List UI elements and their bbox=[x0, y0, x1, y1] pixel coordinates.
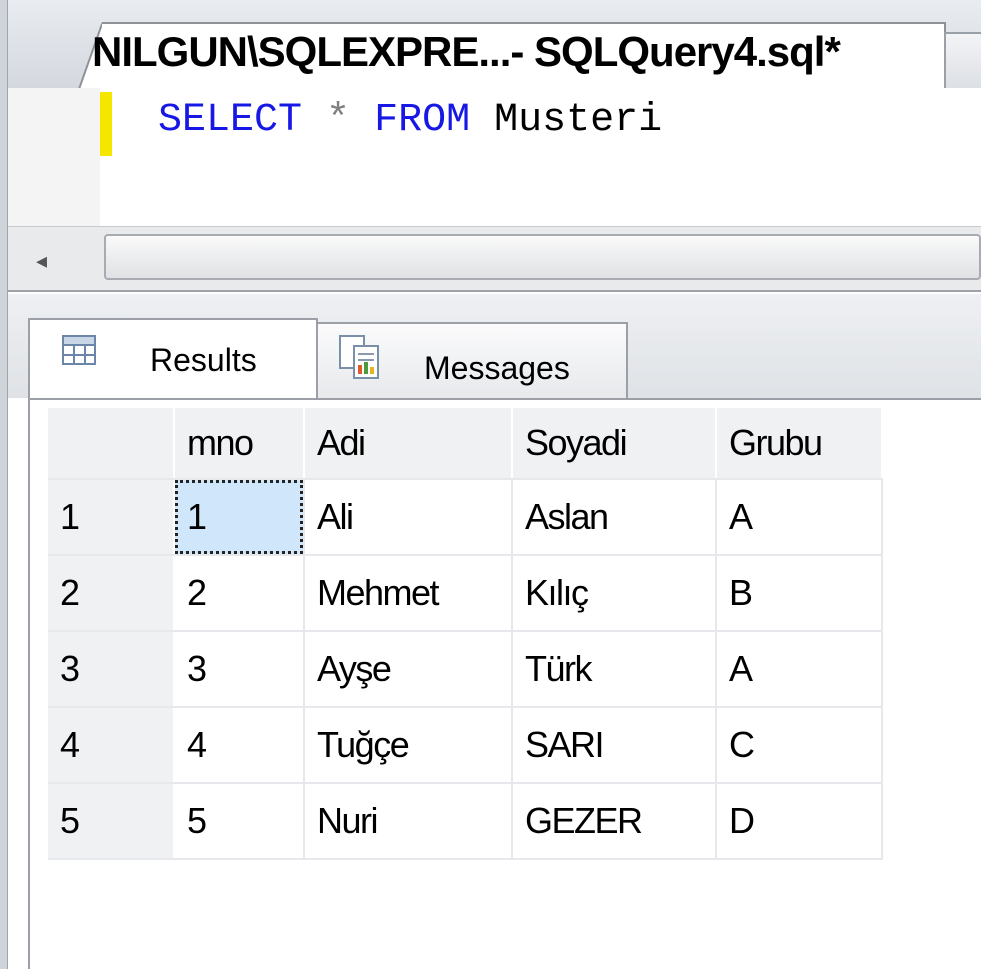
editor-margin bbox=[8, 88, 100, 228]
table-row: 1 1 Ali Aslan A bbox=[48, 479, 883, 556]
next-document-tab[interactable] bbox=[944, 32, 981, 90]
grid-cell[interactable]: Ayşe bbox=[304, 631, 513, 708]
grid-cell[interactable]: Kılıç bbox=[512, 555, 717, 632]
column-header-soyadi[interactable]: Soyadi bbox=[512, 408, 717, 480]
grid-cell[interactable]: C bbox=[716, 707, 883, 784]
document-tab-title[interactable]: NILGUN\SQLEXPRE...- SQLQuery4.sql* bbox=[92, 28, 841, 76]
row-number[interactable]: 5 bbox=[48, 783, 175, 860]
results-grid: mno Adi Soyadi Grubu 1 1 Ali Aslan A 2 2… bbox=[48, 408, 883, 860]
table-row: 3 3 Ayşe Türk A bbox=[48, 631, 883, 708]
code-line[interactable]: SELECT * FROM Musteri bbox=[158, 98, 662, 143]
row-number[interactable]: 1 bbox=[48, 479, 175, 556]
grid-cell[interactable]: 3 bbox=[174, 631, 305, 708]
column-header-grubu[interactable]: Grubu bbox=[716, 408, 883, 480]
row-number[interactable]: 2 bbox=[48, 555, 175, 632]
row-number[interactable]: 4 bbox=[48, 707, 175, 784]
column-header-mno[interactable]: mno bbox=[174, 408, 305, 480]
grid-cell[interactable]: 2 bbox=[174, 555, 305, 632]
tab-results-label: Results bbox=[150, 342, 257, 378]
table-row: 5 5 Nuri GEZER D bbox=[48, 783, 883, 860]
row-number[interactable]: 3 bbox=[48, 631, 175, 708]
table-row: 2 2 Mehmet Kılıç B bbox=[48, 555, 883, 632]
grid-cell[interactable]: D bbox=[716, 783, 883, 860]
grid-cell[interactable]: Ali bbox=[304, 479, 513, 556]
grid-cell[interactable]: Türk bbox=[512, 631, 717, 708]
grid-header-row: mno Adi Soyadi Grubu bbox=[48, 408, 883, 480]
grid-icon bbox=[62, 335, 96, 365]
grid-cell[interactable]: B bbox=[716, 555, 883, 632]
grid-cell[interactable]: A bbox=[716, 479, 883, 556]
scrollbar-thumb[interactable] bbox=[104, 234, 981, 280]
row-header-corner[interactable] bbox=[48, 408, 175, 480]
messages-icon bbox=[339, 335, 379, 379]
column-header-adi[interactable]: Adi bbox=[304, 408, 513, 480]
operator-star: * bbox=[326, 98, 351, 143]
keyword-from: FROM bbox=[374, 98, 471, 143]
grid-cell[interactable]: Mehmet bbox=[304, 555, 513, 632]
grid-cell[interactable]: Nuri bbox=[304, 783, 513, 860]
grid-cell[interactable]: 4 bbox=[174, 707, 305, 784]
grid-cell[interactable]: SARI bbox=[512, 707, 717, 784]
change-indicator-bar bbox=[100, 92, 112, 156]
tab-messages-label: Messages bbox=[424, 350, 570, 386]
grid-cell[interactable]: A bbox=[716, 631, 883, 708]
grid-cell[interactable]: 1 bbox=[174, 479, 305, 556]
window-frame bbox=[0, 0, 8, 969]
scroll-left-arrow-icon[interactable]: ◂ bbox=[36, 248, 47, 274]
table-row: 4 4 Tuğçe SARI C bbox=[48, 707, 883, 784]
keyword-select: SELECT bbox=[158, 98, 303, 143]
grid-cell[interactable]: GEZER bbox=[512, 783, 717, 860]
grid-cell[interactable]: 5 bbox=[174, 783, 305, 860]
grid-cell[interactable]: Aslan bbox=[512, 479, 717, 556]
grid-cell[interactable]: Tuğçe bbox=[304, 707, 513, 784]
table-name: Musteri bbox=[494, 98, 663, 143]
